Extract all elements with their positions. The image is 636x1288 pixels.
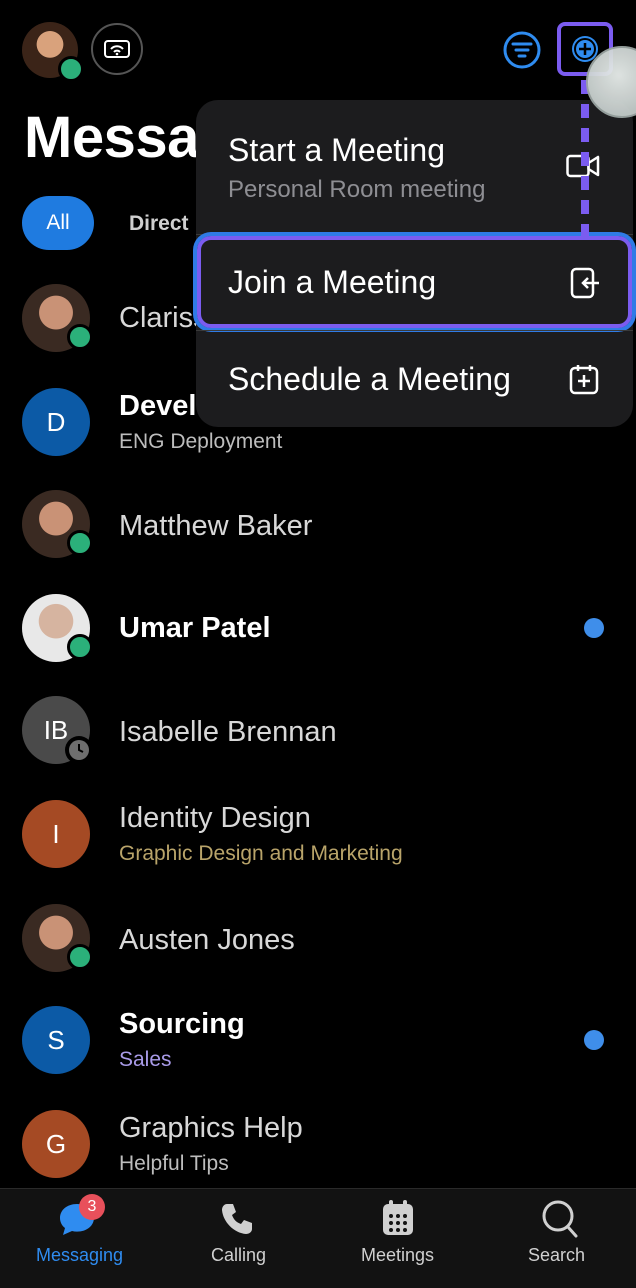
unread-badge: 3 (79, 1194, 105, 1220)
tab-messaging[interactable]: 3 Messaging (0, 1189, 159, 1288)
tab-calling[interactable]: Calling (159, 1189, 318, 1288)
unread-indicator (584, 1030, 604, 1050)
tab-bar: 3 Messaging Calling Meetings Search (0, 1188, 636, 1288)
conversation-name: Isabelle Brennan (119, 716, 337, 748)
user-avatar[interactable] (22, 22, 84, 82)
start-meeting-item[interactable]: Start a Meeting Personal Room meeting (196, 100, 633, 234)
presence-indicator (67, 324, 93, 350)
phone-icon (222, 1204, 252, 1234)
wifi-icon (104, 40, 130, 58)
calendar-icon (383, 1200, 413, 1235)
conversation-name: Graphics Help (119, 1112, 303, 1144)
conversation-subtitle: Graphic Design and Marketing (119, 842, 403, 865)
filter-button[interactable] (502, 30, 542, 70)
list-item[interactable]: Matthew Baker (0, 488, 636, 564)
list-item[interactable]: G Graphics Help Helpful Tips (0, 1108, 636, 1184)
schedule-meeting-item[interactable]: Schedule a Meeting (196, 331, 633, 427)
presence-indicator (67, 530, 93, 556)
tab-meetings[interactable]: Meetings (318, 1189, 477, 1288)
tab-label: Meetings (360, 1245, 435, 1265)
conversation-subtitle: Helpful Tips (119, 1152, 229, 1175)
menu-divider (196, 234, 633, 235)
start-meeting-label: Start a Meeting (228, 132, 445, 168)
filter-direct-chip[interactable]: Direct (129, 212, 189, 236)
start-meeting-subtitle: Personal Room meeting (228, 176, 486, 203)
conversation-name: Matthew Baker (119, 510, 313, 542)
conversation-name: Austen Jones (119, 924, 295, 956)
search-icon (542, 1200, 578, 1238)
conversation-subtitle: Sales (119, 1048, 172, 1071)
conversation-name: Identity Design (119, 802, 311, 834)
presence-indicator (67, 634, 93, 660)
conversation-subtitle: ENG Deployment (119, 430, 283, 453)
clock-icon (65, 736, 93, 764)
conversation-name: Sourcing (119, 1008, 245, 1040)
presence-indicator (67, 944, 93, 970)
tab-search[interactable]: Search (477, 1189, 636, 1288)
join-highlight (197, 236, 632, 328)
presence-indicator (58, 56, 84, 82)
tab-label: Search (527, 1245, 586, 1265)
list-item[interactable]: Umar Patel (0, 592, 636, 668)
avatar: D (22, 388, 90, 456)
schedule-meeting-label: Schedule a Meeting (228, 361, 511, 397)
avatar: G (22, 1110, 90, 1178)
conversation-name: Umar Patel (119, 612, 271, 644)
calendar-plus-icon (569, 365, 599, 395)
proximity-button[interactable] (91, 23, 143, 75)
filter-icon (503, 31, 541, 69)
tab-label: Calling (210, 1245, 267, 1265)
avatar: I (22, 800, 90, 868)
list-item[interactable]: I Identity Design Graphic Design and Mar… (0, 798, 636, 874)
tab-label: Messaging (35, 1245, 124, 1265)
tutorial-pointer (581, 80, 589, 240)
unread-indicator (584, 618, 604, 638)
list-item[interactable]: Austen Jones (0, 902, 636, 978)
filter-all-chip[interactable]: All (22, 196, 94, 250)
list-item[interactable]: IB Isabelle Brennan (0, 694, 636, 770)
avatar: S (22, 1006, 90, 1074)
list-item[interactable]: S Sourcing Sales (0, 1006, 636, 1082)
